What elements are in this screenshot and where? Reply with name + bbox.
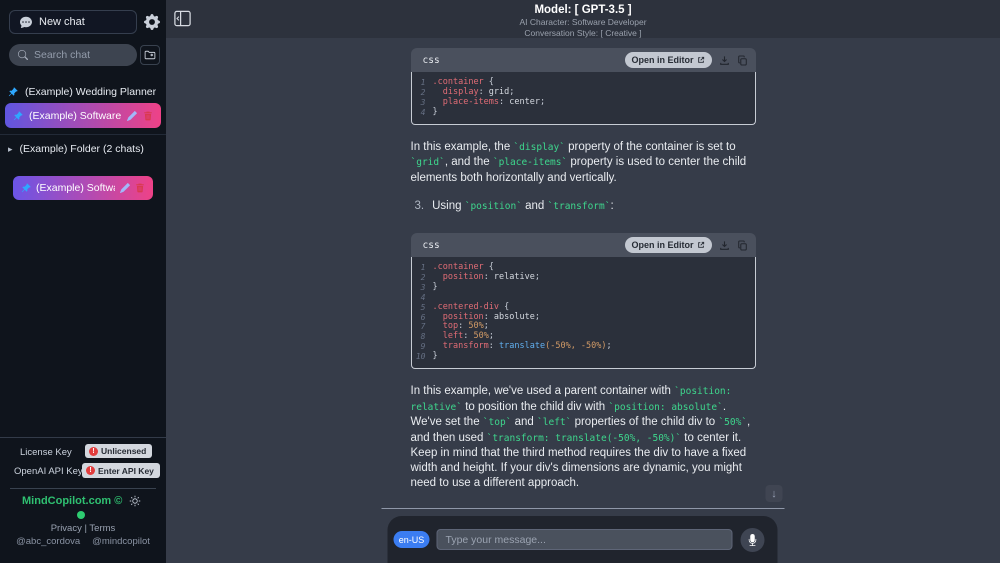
microphone-icon <box>748 533 757 546</box>
code-line: 4} <box>420 106 438 117</box>
external-link-icon <box>697 241 704 248</box>
edit-pencil-icon[interactable] <box>120 183 130 193</box>
enter-api-key-button[interactable]: ! Enter API Key <box>82 463 160 478</box>
sidebar: New chat (Example) Wedding Planner (Exam… <box>0 0 166 563</box>
search-chat-input[interactable] <box>34 49 128 61</box>
alert-icon: ! <box>89 446 98 456</box>
composer-divider <box>381 508 785 509</box>
sidebar-divider <box>0 134 166 135</box>
new-chat-button[interactable]: New chat <box>9 10 137 34</box>
code-block: css Open in Editor 1 .container {2 positi… <box>410 233 756 370</box>
main-area: Model: [ GPT-3.5 ] AI Character: Softwar… <box>166 0 1000 563</box>
code-content: 1 .container {2 position: relative; 3} 4 5 .c… <box>410 257 756 370</box>
open-in-editor-button[interactable]: Open in Editor <box>624 237 712 253</box>
search-icon <box>18 50 28 60</box>
chat-item-label: (Example) Software Developer <box>29 109 121 122</box>
privacy-link[interactable]: Privacy <box>51 523 82 534</box>
code-content: 1 .container {2 display: grid; 3 place-ite… <box>410 72 756 125</box>
external-link-icon <box>697 56 704 63</box>
code-line: 2 position: relative; <box>420 271 540 282</box>
download-icon <box>719 55 729 65</box>
brand-link[interactable]: MindCopilot.com © <box>22 495 122 507</box>
alert-icon: ! <box>86 466 95 475</box>
chat-item-label: (Example) Wedding Planner <box>25 86 157 98</box>
sidebar-item-software-developer-pinned[interactable]: (Example) Software De... <box>13 176 153 200</box>
theme-toggle-button[interactable] <box>127 493 143 509</box>
code-line: 9 transform: translate (-50%, -50%); <box>420 341 612 352</box>
code-language-label: css <box>422 239 440 251</box>
assistant-message: css Open in Editor 1 .container {2 displa… <box>410 48 756 490</box>
message-paragraph: In this example, the display property of… <box>411 140 756 186</box>
scroll-to-bottom-button[interactable]: ↓ <box>765 485 783 502</box>
language-badge[interactable]: en-US <box>393 531 430 548</box>
composer-region: ↓ en-US <box>381 463 785 563</box>
pin-icon <box>13 110 23 121</box>
download-icon <box>719 240 729 250</box>
delete-trash-icon[interactable] <box>143 111 153 121</box>
search-chat-field <box>9 44 137 66</box>
main-header: Model: [ GPT-3.5 ] AI Character: Softwar… <box>166 0 1000 38</box>
copy-icon <box>737 240 747 250</box>
status-dot <box>77 511 85 519</box>
ordered-list-item: 3. Using position and transform: <box>411 199 756 215</box>
gear-icon <box>144 14 160 30</box>
license-key-label: License Key <box>20 447 72 458</box>
new-chat-label: New chat <box>39 16 85 28</box>
sidebar-item-wedding-planner[interactable]: (Example) Wedding Planner <box>8 84 160 100</box>
openai-api-key-label: OpenAI API Key <box>14 466 83 477</box>
social-handles: @abc_cordova @mindcopilot <box>0 536 166 547</box>
arrow-down-icon: ↓ <box>771 487 777 500</box>
list-marker: 3. <box>414 200 425 213</box>
unlicensed-button[interactable]: ! Unlicensed <box>85 444 153 458</box>
social-handle-2[interactable]: @mindcopilot <box>92 536 150 547</box>
code-block: css Open in Editor 1 .container {2 displa… <box>410 48 756 125</box>
folder-icon <box>144 50 156 60</box>
code-language-label: css <box>422 54 440 66</box>
copy-code-button[interactable] <box>737 55 748 66</box>
folder-button[interactable] <box>140 45 160 65</box>
sidebar-item-software-developer[interactable]: (Example) Software Developer <box>5 103 161 128</box>
ai-character-subtitle: AI Character: Software Developer <box>519 17 647 27</box>
terms-link[interactable]: Terms <box>89 523 115 534</box>
footer-divider <box>0 437 166 438</box>
code-line: 10} <box>415 351 438 362</box>
folder-item-label: (Example) Folder (2 chats) <box>19 143 144 155</box>
footer-divider <box>10 488 156 489</box>
code-block-header: css Open in Editor <box>410 233 756 257</box>
pin-icon <box>8 87 18 97</box>
sidebar-item-folder[interactable]: ▸ (Example) Folder (2 chats) <box>8 141 160 157</box>
social-handle-1[interactable]: @abc_cordova <box>16 536 80 547</box>
conversation-style-subtitle: Conversation Style: [ Creative ] <box>524 27 642 38</box>
copy-code-button[interactable] <box>737 240 748 251</box>
separator: | <box>84 523 87 534</box>
settings-button[interactable] <box>142 12 162 32</box>
pin-icon <box>21 183 31 193</box>
legal-links: Privacy | Terms <box>0 523 166 534</box>
edit-pencil-icon[interactable] <box>127 110 137 121</box>
app-window: New chat (Example) Wedding Planner (Exam… <box>0 0 1000 563</box>
conversation-header: Model: [ GPT-3.5 ] AI Character: Softwar… <box>166 4 1000 38</box>
chat-item-label: (Example) Software De... <box>36 182 115 194</box>
caret-right-icon: ▸ <box>8 143 13 154</box>
message-input[interactable] <box>436 529 733 550</box>
code-line: 3} <box>420 281 438 292</box>
delete-trash-icon[interactable] <box>135 183 145 193</box>
code-line: 3 place-items: center; <box>420 96 546 107</box>
model-title: Model: [ GPT-3.5 ] <box>534 4 632 16</box>
code-block-header: css Open in Editor <box>410 48 756 72</box>
list-text: Using position and transform: <box>432 199 614 215</box>
composer: en-US <box>387 516 778 563</box>
download-code-button[interactable] <box>719 55 730 66</box>
download-code-button[interactable] <box>719 240 730 251</box>
open-in-editor-button[interactable]: Open in Editor <box>624 52 712 68</box>
chat-scroll-area[interactable]: css Open in Editor 1 .container {2 displa… <box>166 38 1000 516</box>
microphone-button[interactable] <box>740 527 765 552</box>
sun-icon <box>129 495 141 507</box>
copy-icon <box>737 55 747 65</box>
chat-bubble-icon <box>20 16 32 28</box>
